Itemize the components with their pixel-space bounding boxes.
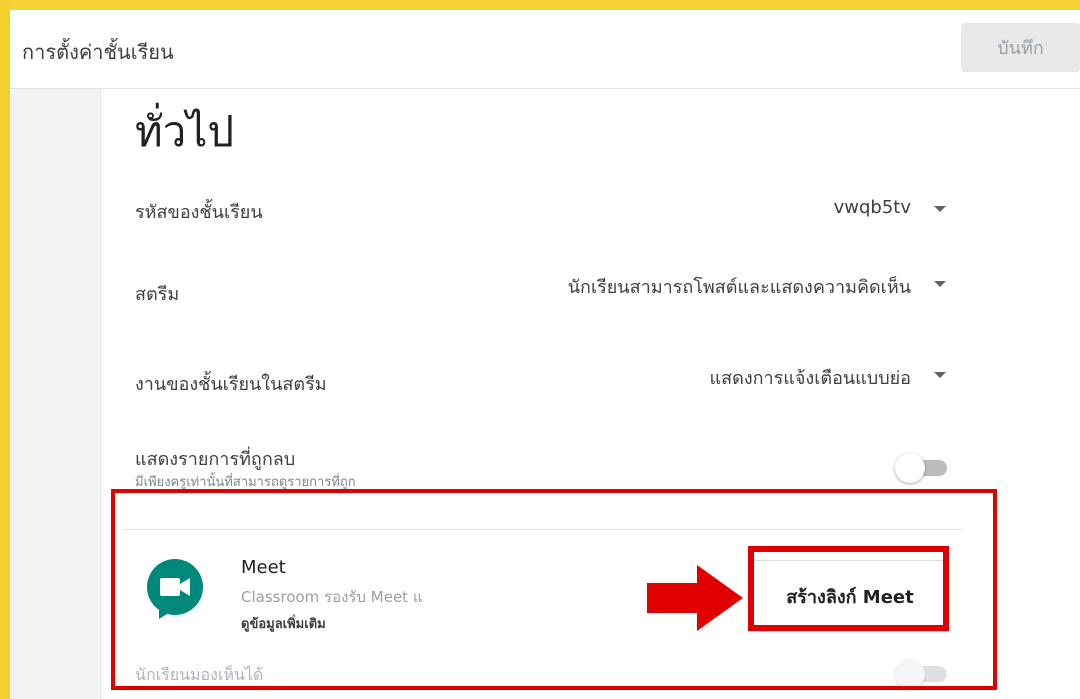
show-deleted-label: แสดงรายการที่ถูกลบ xyxy=(135,449,296,470)
settings-header: การตั้งค่าชั้นเรียน บันทึก xyxy=(10,10,1080,89)
show-deleted-toggle[interactable] xyxy=(895,453,949,483)
caret-down-icon[interactable] xyxy=(934,372,946,378)
red-arrow-right-icon xyxy=(647,565,743,631)
caret-down-icon[interactable] xyxy=(934,281,946,287)
annotation-box-create-link xyxy=(748,546,949,631)
left-gutter xyxy=(10,89,100,699)
caret-down-icon[interactable] xyxy=(934,206,946,212)
classwork-on-stream-label: งานของชั้นเรียนในสตรีม xyxy=(135,374,327,395)
classwork-on-stream-value[interactable]: แสดงการแจ้งเตือนแบบย่อ xyxy=(710,363,911,392)
section-title-general: ทั่วไป xyxy=(135,107,235,156)
yellow-frame-left xyxy=(0,0,10,699)
stream-setting-value[interactable]: นักเรียนสามารถโพสต์และแสดงความคิดเห็น xyxy=(568,272,911,301)
page-title: การตั้งค่าชั้นเรียน xyxy=(22,40,174,64)
stream-label: สตรีม xyxy=(135,284,180,305)
class-code-label: รหัสของชั้นเรียน xyxy=(135,202,263,223)
class-code-value[interactable]: vwqb5tv xyxy=(834,197,911,218)
toggle-knob xyxy=(895,453,925,483)
save-button[interactable]: บันทึก xyxy=(961,23,1080,72)
